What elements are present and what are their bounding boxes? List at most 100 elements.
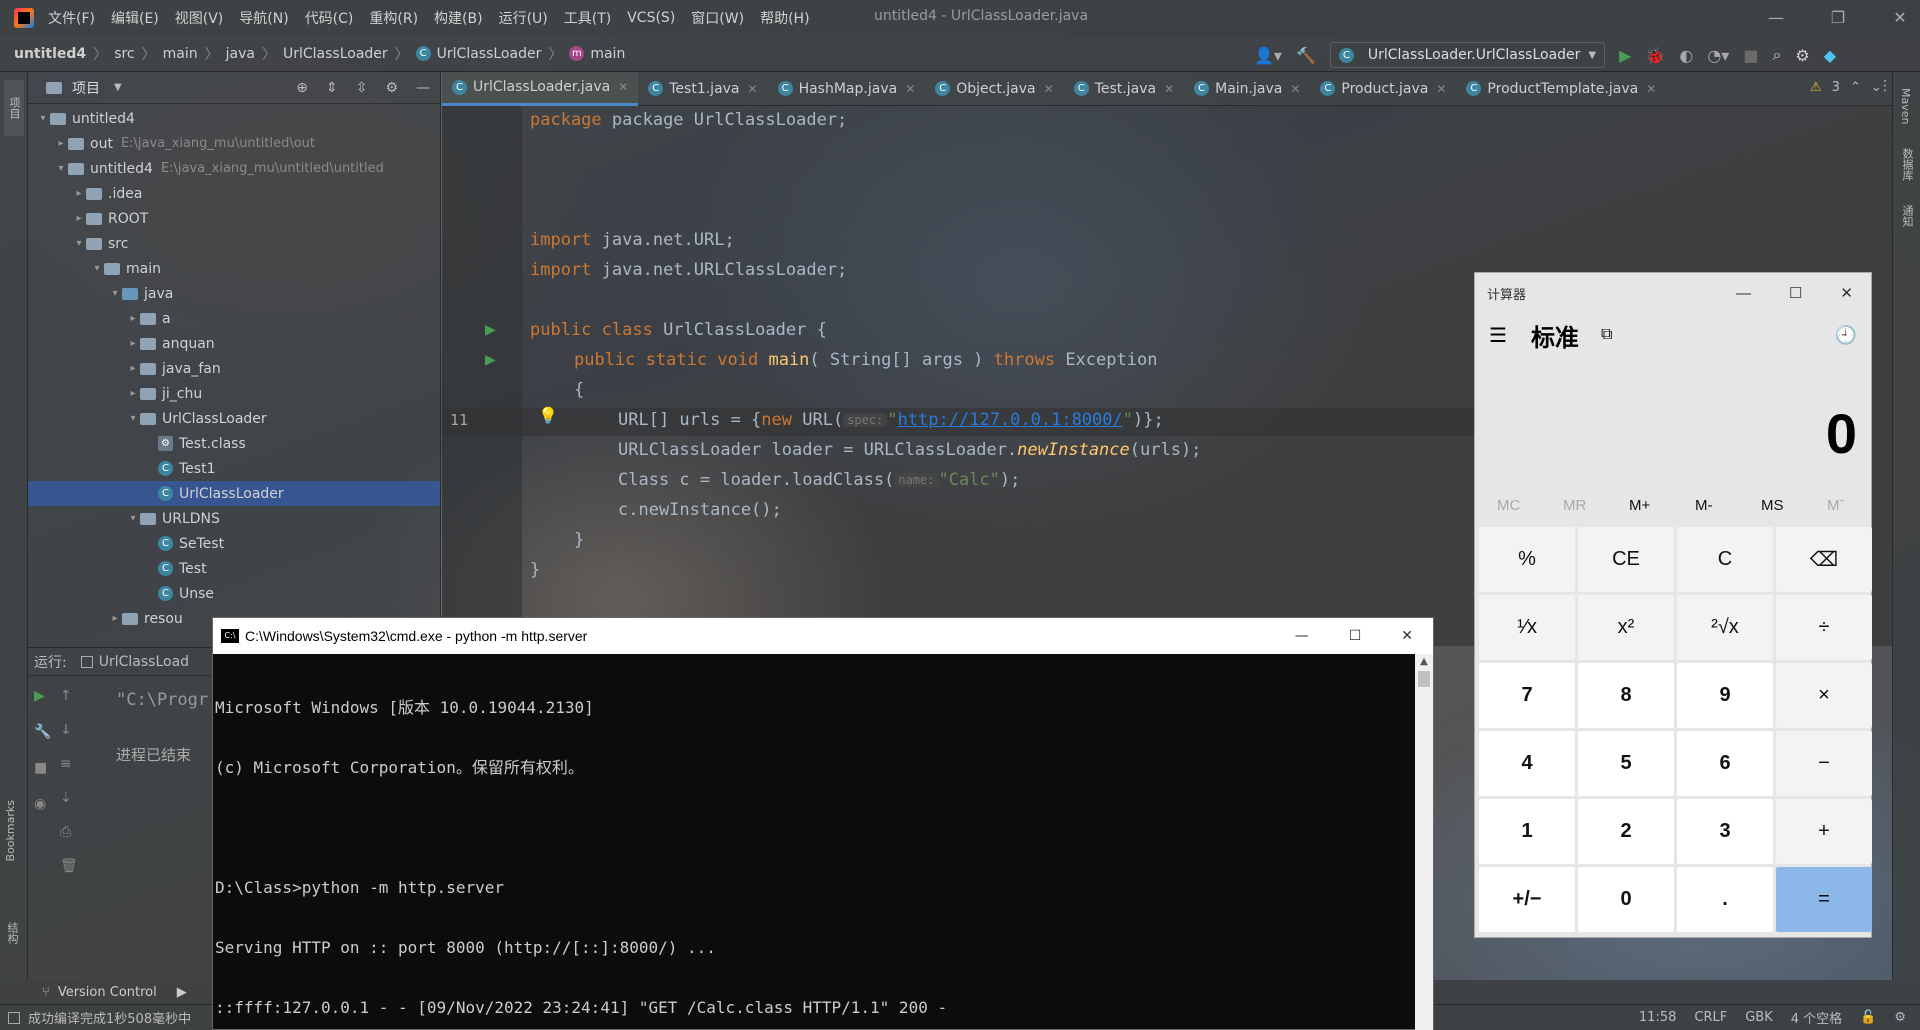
editor-tab[interactable]: C Test1.java ✕ — [638, 72, 767, 106]
url-link[interactable]: http://127.0.0.1:8000/ — [898, 410, 1123, 430]
calc-key[interactable]: 0 — [1578, 867, 1674, 932]
calculator-window[interactable]: 计算器 — ☐ ✕ ☰ 标准 ⧉ 🕘 0 MC MR M+ M- MS Mˇ % CE C ⌫ ¹… — [1474, 272, 1872, 938]
gear-icon[interactable]: ⚙ — [385, 80, 398, 96]
tree-item[interactable]: C Unse — [28, 581, 440, 606]
toolbox-icon[interactable]: ◆ — [1824, 46, 1836, 65]
close-icon[interactable]: ✕ — [1401, 628, 1413, 644]
breadcrumb-src[interactable]: src — [114, 46, 134, 62]
tree-item[interactable]: C Test1 — [28, 456, 440, 481]
close-icon[interactable]: ✕ — [1840, 284, 1853, 302]
chevron-right-icon[interactable]: ▸ — [72, 213, 86, 224]
tree-item[interactable]: ▸ ROOT — [28, 206, 440, 231]
tree-item[interactable]: ▾ main — [28, 256, 440, 281]
calc-key[interactable]: 3 — [1677, 799, 1773, 864]
run-tab-icon[interactable]: ▶ — [177, 985, 187, 1000]
inspection-widget[interactable]: ⚠ 3 ⌃ ⌄ — [1810, 80, 1882, 95]
cmd-output[interactable]: Microsoft Windows [版本 10.0.19044.2130] (… — [213, 654, 1433, 1030]
breadcrumb-method[interactable]: main — [590, 46, 625, 62]
coverage-icon[interactable]: ◐ — [1679, 46, 1693, 65]
tree-item[interactable]: ▾ untitled4 E:\java_xiang_mu\untitled\unti… — [28, 156, 440, 181]
close-tab-icon[interactable]: ✕ — [1290, 82, 1300, 96]
tree-item[interactable]: ▸ anquan — [28, 331, 440, 356]
menu-item[interactable]: 编辑(E) — [111, 8, 159, 28]
stop-icon[interactable]: ■ — [34, 760, 51, 776]
calc-key[interactable]: CE — [1578, 527, 1674, 592]
calc-key[interactable]: +/− — [1479, 867, 1575, 932]
calc-key[interactable]: x² — [1578, 595, 1674, 660]
calc-key[interactable]: 8 — [1578, 663, 1674, 728]
tree-item[interactable]: ▾ src — [28, 231, 440, 256]
project-tool-button[interactable]: 项目 — [4, 80, 24, 136]
calc-key[interactable]: 6 — [1677, 731, 1773, 796]
stop-icon[interactable]: ■ — [1743, 46, 1758, 65]
editor-tab[interactable]: C ProductTemplate.java ✕ — [1456, 72, 1666, 106]
database-tool-button[interactable]: 数据库 — [1899, 148, 1914, 185]
more-tabs-icon[interactable]: ⋮ — [1878, 78, 1892, 94]
menu-item[interactable]: 窗口(W) — [691, 8, 744, 28]
calc-key[interactable]: ÷ — [1776, 595, 1872, 660]
notifications-tool-button[interactable]: 通知 — [1899, 205, 1914, 231]
bookmarks-tool-button[interactable]: Bookmarks — [4, 800, 17, 865]
git-icon[interactable]: ⚙ — [1894, 1010, 1906, 1025]
project-view-title[interactable]: 项目 — [72, 78, 100, 98]
version-control-tab[interactable]: Version Control — [58, 985, 157, 1000]
lock-icon[interactable]: 🔓 — [1860, 1010, 1876, 1025]
camera-icon[interactable]: ◉ — [34, 796, 51, 812]
chevron-down-icon[interactable]: ▾ — [126, 413, 140, 424]
calc-key[interactable]: ²√x — [1677, 595, 1773, 660]
run-tab[interactable]: UrlClassLoad — [80, 654, 189, 670]
breadcrumb-class[interactable]: UrlClassLoader — [437, 46, 542, 62]
cmd-title-bar[interactable]: C:\ C:\Windows\System32\cmd.exe - python… — [213, 618, 1433, 654]
trash-icon[interactable]: 🗑 — [60, 858, 78, 874]
menu-item[interactable]: 工具(T) — [564, 8, 611, 28]
chevron-up-icon[interactable]: ⌃ — [1850, 80, 1861, 95]
close-tab-icon[interactable]: ✕ — [1164, 82, 1174, 96]
chevron-down-icon[interactable]: ▾ — [36, 113, 50, 124]
close-tab-icon[interactable]: ✕ — [1044, 82, 1054, 96]
menu-item[interactable]: 运行(U) — [499, 8, 548, 28]
restore-icon[interactable]: ❐ — [1828, 8, 1848, 28]
calc-key[interactable]: = — [1776, 867, 1872, 932]
run-gutter-icon[interactable]: ▶ — [485, 322, 496, 338]
chevron-down-icon[interactable]: ▾ — [126, 513, 140, 524]
keep-on-top-icon[interactable]: ⧉ — [1601, 326, 1612, 344]
breadcrumb-project[interactable]: untitled4 — [14, 46, 86, 62]
menu-item[interactable]: 导航(N) — [239, 8, 288, 28]
tree-item[interactable]: ▸ .idea — [28, 181, 440, 206]
calc-key[interactable]: C — [1677, 527, 1773, 592]
calc-key[interactable]: 7 — [1479, 663, 1575, 728]
maven-tool-button[interactable]: Maven — [1899, 88, 1914, 128]
calc-key[interactable]: × — [1776, 663, 1872, 728]
tree-item[interactable]: C Test — [28, 556, 440, 581]
locate-icon[interactable]: ⊕ — [296, 80, 308, 96]
editor-tab[interactable]: C UrlClassLoader.java ✕ — [442, 71, 639, 106]
close-tab-icon[interactable]: ✕ — [905, 82, 915, 96]
tree-item[interactable]: ▸ out E:\java_xiang_mu\untitled\out — [28, 131, 440, 156]
editor-tab[interactable]: C HashMap.java ✕ — [768, 72, 926, 106]
tree-item[interactable]: ▾ untitled4 — [28, 106, 440, 131]
tree-item[interactable]: C UrlClassLoader — [28, 481, 440, 506]
tree-item[interactable]: ▸ java_fan — [28, 356, 440, 381]
run-gutter-icon[interactable]: ▶ — [485, 352, 496, 368]
minimize-icon[interactable]: — — [1766, 8, 1786, 28]
editor-tab[interactable]: C Test.java ✕ — [1064, 72, 1184, 106]
memory-button[interactable]: MR — [1563, 497, 1586, 514]
memory-button[interactable]: MC — [1497, 497, 1520, 514]
expand-all-icon[interactable]: ⇕ — [326, 80, 338, 96]
chevron-right-icon[interactable]: ▸ — [72, 188, 86, 199]
tree-item[interactable]: ▸ ji_chu — [28, 381, 440, 406]
editor-tab[interactable]: C Main.java ✕ — [1184, 72, 1310, 106]
caret-position[interactable]: 11:58 — [1639, 1010, 1676, 1025]
chevron-right-icon[interactable]: ▸ — [54, 138, 68, 149]
calc-key[interactable]: − — [1776, 731, 1872, 796]
run-icon[interactable]: ▶ — [1619, 46, 1631, 65]
cmd-window[interactable]: C:\ C:\Windows\System32\cmd.exe - python… — [212, 617, 1434, 1030]
minimize-icon[interactable]: — — [1295, 628, 1309, 644]
chevron-down-icon[interactable]: ▾ — [72, 238, 86, 249]
search-icon[interactable]: ⌕ — [1772, 45, 1781, 65]
settings-gear-icon[interactable]: ⚙ — [1795, 46, 1809, 65]
memory-button[interactable]: Mˇ — [1827, 497, 1845, 514]
calc-key[interactable]: ⌫ — [1776, 527, 1872, 592]
up-arrow-icon[interactable]: ↑ — [60, 688, 78, 704]
close-tab-icon[interactable]: ✕ — [1436, 82, 1446, 96]
